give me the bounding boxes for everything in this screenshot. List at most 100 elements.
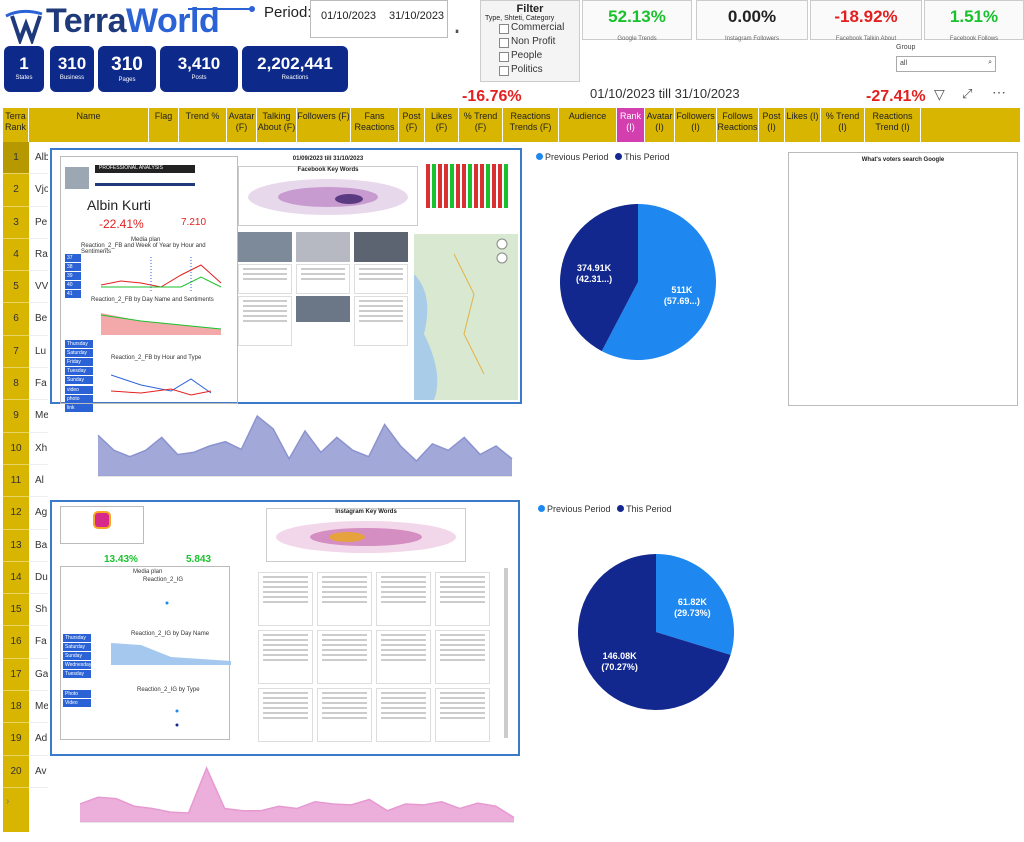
sentiment-bar xyxy=(468,164,472,208)
rank-cell[interactable]: 10 xyxy=(3,433,29,465)
rank-cell[interactable]: 3 xyxy=(3,207,29,239)
column-header[interactable]: Rank (I) xyxy=(617,108,645,142)
stat-states: 1 States xyxy=(4,46,44,92)
stat-posts: 3,410 Posts xyxy=(160,46,238,92)
date-to[interactable]: 31/10/2023 xyxy=(389,10,444,22)
column-header[interactable]: Follows Reactions xyxy=(717,108,759,142)
column-header[interactable]: Likes (I) xyxy=(785,108,821,142)
column-header[interactable]: Fans Reactions xyxy=(351,108,399,142)
filter-item-nonprofit[interactable]: Non Profit xyxy=(481,36,579,50)
column-header[interactable]: Talking About (F) xyxy=(257,108,297,142)
column-header[interactable]: Avatar (F) xyxy=(227,108,257,142)
rank-cell[interactable]: 2 xyxy=(3,174,29,207)
ig-post-card xyxy=(376,688,431,742)
wordcloud-image xyxy=(248,179,408,215)
rank-cell[interactable]: 4 xyxy=(3,239,29,272)
profile-score: 7.210 xyxy=(181,217,207,228)
focus-mode-icon[interactable]: ⤢ xyxy=(962,86,972,102)
rank-cell[interactable]: 14 xyxy=(3,562,29,595)
day-tags: Thursday Saturday Friday Tuesday Sunday xyxy=(65,339,93,385)
rank-cell[interactable]: 18 xyxy=(3,691,29,724)
kpi-google-trends: 52.13% Google Trends xyxy=(582,0,692,42)
rank-cell[interactable]: 20 xyxy=(3,756,29,788)
pie2-legend: Previous Period This Period xyxy=(534,504,672,514)
column-header[interactable]: Followers (I) xyxy=(675,108,717,142)
type-tags: video photo link xyxy=(65,385,93,413)
stat-pages: 310 Pages xyxy=(98,46,156,92)
column-header[interactable]: Terra Rank xyxy=(3,108,29,142)
date-range-slicer[interactable]: 01/10/2023 31/10/2023 ⏸ xyxy=(310,0,459,38)
rank-column: 1 2 3 4 5 6 7 8 9 10 11 12 13 14 15 16 17 18 19 20 xyxy=(3,142,29,832)
rank-cell[interactable]: 19 xyxy=(3,723,29,756)
sentiment-bar xyxy=(462,164,466,208)
instagram-profile-card[interactable]: 13.43% 5.843 Media plan Reaction_2_IG Re… xyxy=(50,500,520,756)
column-header[interactable]: Likes (F) xyxy=(425,108,459,142)
rank-cell[interactable]: 13 xyxy=(3,530,29,562)
map[interactable] xyxy=(414,234,518,400)
column-header[interactable]: % Trend (I) xyxy=(821,108,865,142)
more-options-icon[interactable]: ⋯ xyxy=(992,84,1006,101)
scrollbar[interactable] xyxy=(504,568,508,738)
rank-cell[interactable]: 1 xyxy=(3,142,29,175)
filter-slicer[interactable]: Filter Type, Shteti, Category Commercial… xyxy=(480,0,580,82)
pie-label: 374.91K xyxy=(577,263,612,273)
sentiment-hour-chart xyxy=(101,257,222,291)
pie-label: (70.27%) xyxy=(601,662,638,672)
column-header[interactable]: Followers (F) xyxy=(297,108,351,142)
filter-item-people[interactable]: People xyxy=(481,50,579,64)
facebook-profile-card[interactable]: PROFESSIONAL ANALYSIS Albin Kurti -22.41… xyxy=(50,148,522,412)
rank-cell[interactable]: 7 xyxy=(3,336,29,369)
column-header[interactable]: Name xyxy=(29,108,149,142)
filter-icon[interactable]: ▽ xyxy=(934,86,945,103)
search-icon[interactable]: ⌕ xyxy=(988,59,992,67)
column-header[interactable]: Audience xyxy=(559,108,617,142)
column-header[interactable]: Flag xyxy=(149,108,179,142)
ig-post-card xyxy=(435,630,490,684)
ig-post-card xyxy=(317,572,372,626)
pie-label: 146.08K xyxy=(603,651,638,661)
column-header[interactable]: Reactions Trend (I) xyxy=(865,108,921,142)
slider-handle-icon[interactable]: ⏸ xyxy=(455,27,459,37)
logo-arrow xyxy=(188,6,255,12)
date-from[interactable]: 01/10/2023 xyxy=(321,10,376,22)
column-header[interactable]: Post (F) xyxy=(399,108,425,142)
rank-cell[interactable]: 16 xyxy=(3,626,29,659)
pie-label: 511K xyxy=(671,285,693,295)
rank-cell[interactable]: 12 xyxy=(3,497,29,530)
profile-trend: -22.41% xyxy=(99,217,144,231)
professional-analysis-heading: PROFESSIONAL ANALYSIS xyxy=(95,165,195,173)
ig-post-card xyxy=(258,572,313,626)
pie-label: 61.82K xyxy=(678,597,708,607)
column-header[interactable]: % Trend (F) xyxy=(459,108,503,142)
rank-cell[interactable]: 17 xyxy=(3,659,29,692)
column-header[interactable]: Reactions Trends (F) xyxy=(503,108,559,142)
group-input[interactable]: all ⌕ xyxy=(896,56,996,72)
column-header[interactable]: Trend % xyxy=(179,108,227,142)
sentiment-bar xyxy=(426,164,430,208)
instagram-wordcloud: Instagram Key Words xyxy=(266,508,466,562)
post-text-card xyxy=(354,264,408,294)
group-slicer[interactable]: Group all ⌕ xyxy=(896,44,1002,74)
rank-cell[interactable]: 9 xyxy=(3,400,29,433)
sentiment-bar xyxy=(450,164,454,208)
pie-label: (29.73%) xyxy=(674,608,711,618)
pie1-legend: Previous Period This Period xyxy=(532,152,670,162)
column-header[interactable]: Post (I) xyxy=(759,108,785,142)
post-text-card xyxy=(296,264,350,294)
filter-title: Filter xyxy=(516,3,544,15)
filter-item-politics[interactable]: Politics xyxy=(481,64,579,78)
post-image xyxy=(238,232,292,262)
rank-cell[interactable]: 11 xyxy=(3,465,29,498)
instagram-posts-grid xyxy=(258,572,494,744)
ig-post-card xyxy=(435,688,490,742)
rank-cell[interactable]: 15 xyxy=(3,594,29,627)
filter-item-commercial[interactable]: Commercial xyxy=(481,22,579,36)
ig-post-card xyxy=(258,688,313,742)
kpi-facebook-follows: 1.51% Facebook Follows xyxy=(924,0,1024,42)
page-nav-next-icon[interactable]: › xyxy=(6,796,9,807)
column-header[interactable]: Avatar (I) xyxy=(645,108,675,142)
pie2-chart: 61.82K(29.73%) 146.08K(70.27%) xyxy=(578,554,734,710)
rank-cell[interactable]: 8 xyxy=(3,368,29,401)
rank-cell[interactable]: 6 xyxy=(3,303,29,336)
rank-cell[interactable]: 5 xyxy=(3,271,29,304)
